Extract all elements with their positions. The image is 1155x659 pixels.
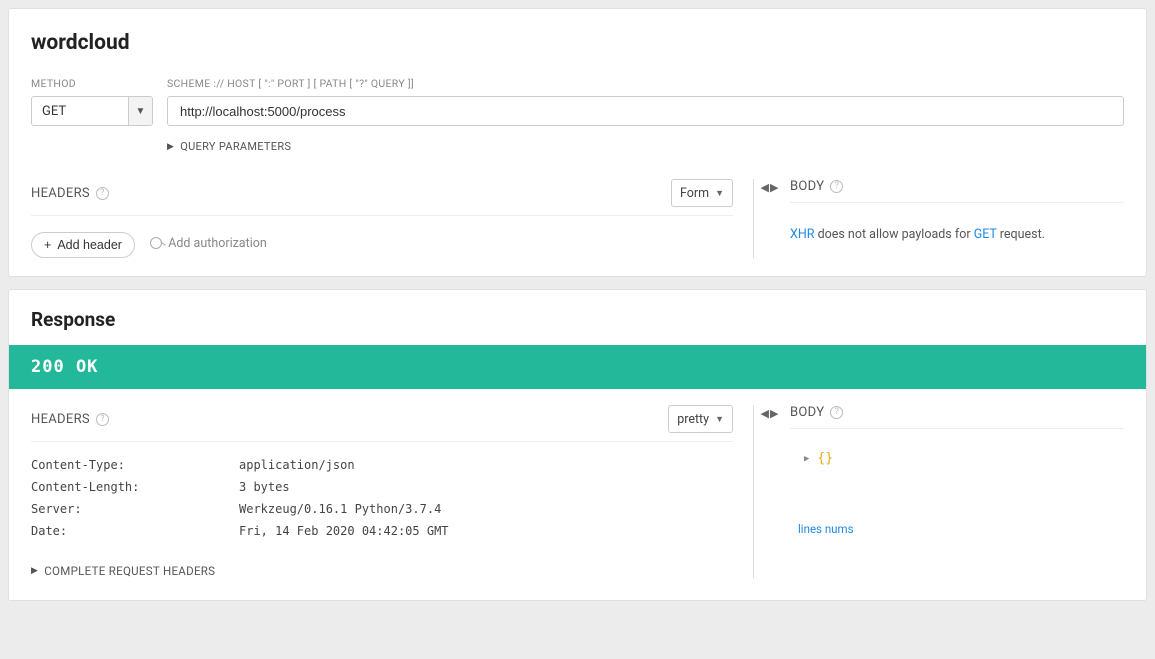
caret-down-icon: ▼	[715, 188, 724, 199]
request-body-message: XHR does not allow payloads for GET requ…	[790, 219, 1124, 250]
response-body-title: BODY	[790, 405, 824, 420]
caret-down-icon: ▼	[715, 414, 724, 425]
add-authorization-link[interactable]: Add authorization	[150, 236, 267, 251]
url-label: SCHEME :// HOST [ ":" PORT ] [ PATH [ "?…	[167, 77, 1124, 90]
query-params-toggle[interactable]: ▶ QUERY PARAMETERS	[167, 140, 1124, 153]
header-key: Date:	[31, 524, 239, 538]
table-row: Content-Length: 3 bytes	[31, 480, 733, 494]
xhr-link[interactable]: XHR	[790, 227, 814, 242]
header-key: Content-Length:	[31, 480, 239, 494]
key-icon	[150, 237, 162, 249]
request-body-title: BODY	[790, 179, 824, 194]
add-header-button[interactable]: Add header	[31, 232, 135, 258]
get-link[interactable]: GET	[974, 227, 997, 242]
response-headers-view-label: pretty	[677, 412, 709, 427]
header-key: Server:	[31, 502, 239, 516]
table-row: Date: Fri, 14 Feb 2020 04:42:05 GMT	[31, 524, 733, 538]
help-icon[interactable]: ?	[96, 413, 109, 426]
triangle-right-icon: ▶	[31, 566, 38, 576]
headers-view-select[interactable]: Form ▼	[671, 179, 733, 207]
triangle-right-icon: ▶	[804, 454, 809, 464]
help-icon[interactable]: ?	[830, 406, 843, 419]
table-row: Server: Werkzeug/0.16.1 Python/3.7.4	[31, 502, 733, 516]
collapse-right-arrow-icon[interactable]: ▶	[770, 181, 778, 194]
lines-nums-link[interactable]: lines nums	[798, 522, 854, 536]
request-title: wordcloud	[31, 31, 1124, 55]
method-label: METHOD	[31, 77, 153, 90]
headers-view-label: Form	[680, 186, 709, 201]
url-input[interactable]	[167, 96, 1124, 126]
header-value: 3 bytes	[239, 480, 290, 494]
help-icon[interactable]: ?	[830, 180, 843, 193]
query-params-label: QUERY PARAMETERS	[180, 140, 291, 153]
collapse-right-arrow-icon[interactable]: ▶	[770, 407, 778, 420]
header-key: Content-Type:	[31, 458, 239, 472]
response-card: Response 200 OK HEADERS ? pretty ▼ ◀	[8, 289, 1147, 601]
triangle-right-icon: ▶	[167, 142, 174, 152]
json-body-preview[interactable]: ▶ {}	[804, 451, 833, 466]
table-row: Content-Type: application/json	[31, 458, 733, 472]
method-caret-icon[interactable]: ▼	[128, 97, 152, 125]
header-value: Fri, 14 Feb 2020 04:42:05 GMT	[239, 524, 449, 538]
method-select[interactable]: GET ▼	[31, 96, 153, 126]
response-headers-table: Content-Type: application/json Content-L…	[31, 458, 733, 538]
request-card: wordcloud METHOD GET ▼ SCHEME :// HOST […	[8, 8, 1147, 277]
response-headers-title: HEADERS	[31, 412, 90, 427]
response-title: Response	[9, 290, 1146, 345]
header-value: Werkzeug/0.16.1 Python/3.7.4	[239, 502, 441, 516]
header-value: application/json	[239, 458, 355, 472]
response-status: 200 OK	[9, 345, 1146, 389]
request-headers-title: HEADERS	[31, 186, 90, 201]
help-icon[interactable]: ?	[96, 187, 109, 200]
method-value: GET	[32, 97, 128, 125]
response-headers-view-select[interactable]: pretty ▼	[668, 405, 733, 433]
complete-request-headers-toggle[interactable]: ▶ COMPLETE REQUEST HEADERS	[31, 564, 733, 578]
